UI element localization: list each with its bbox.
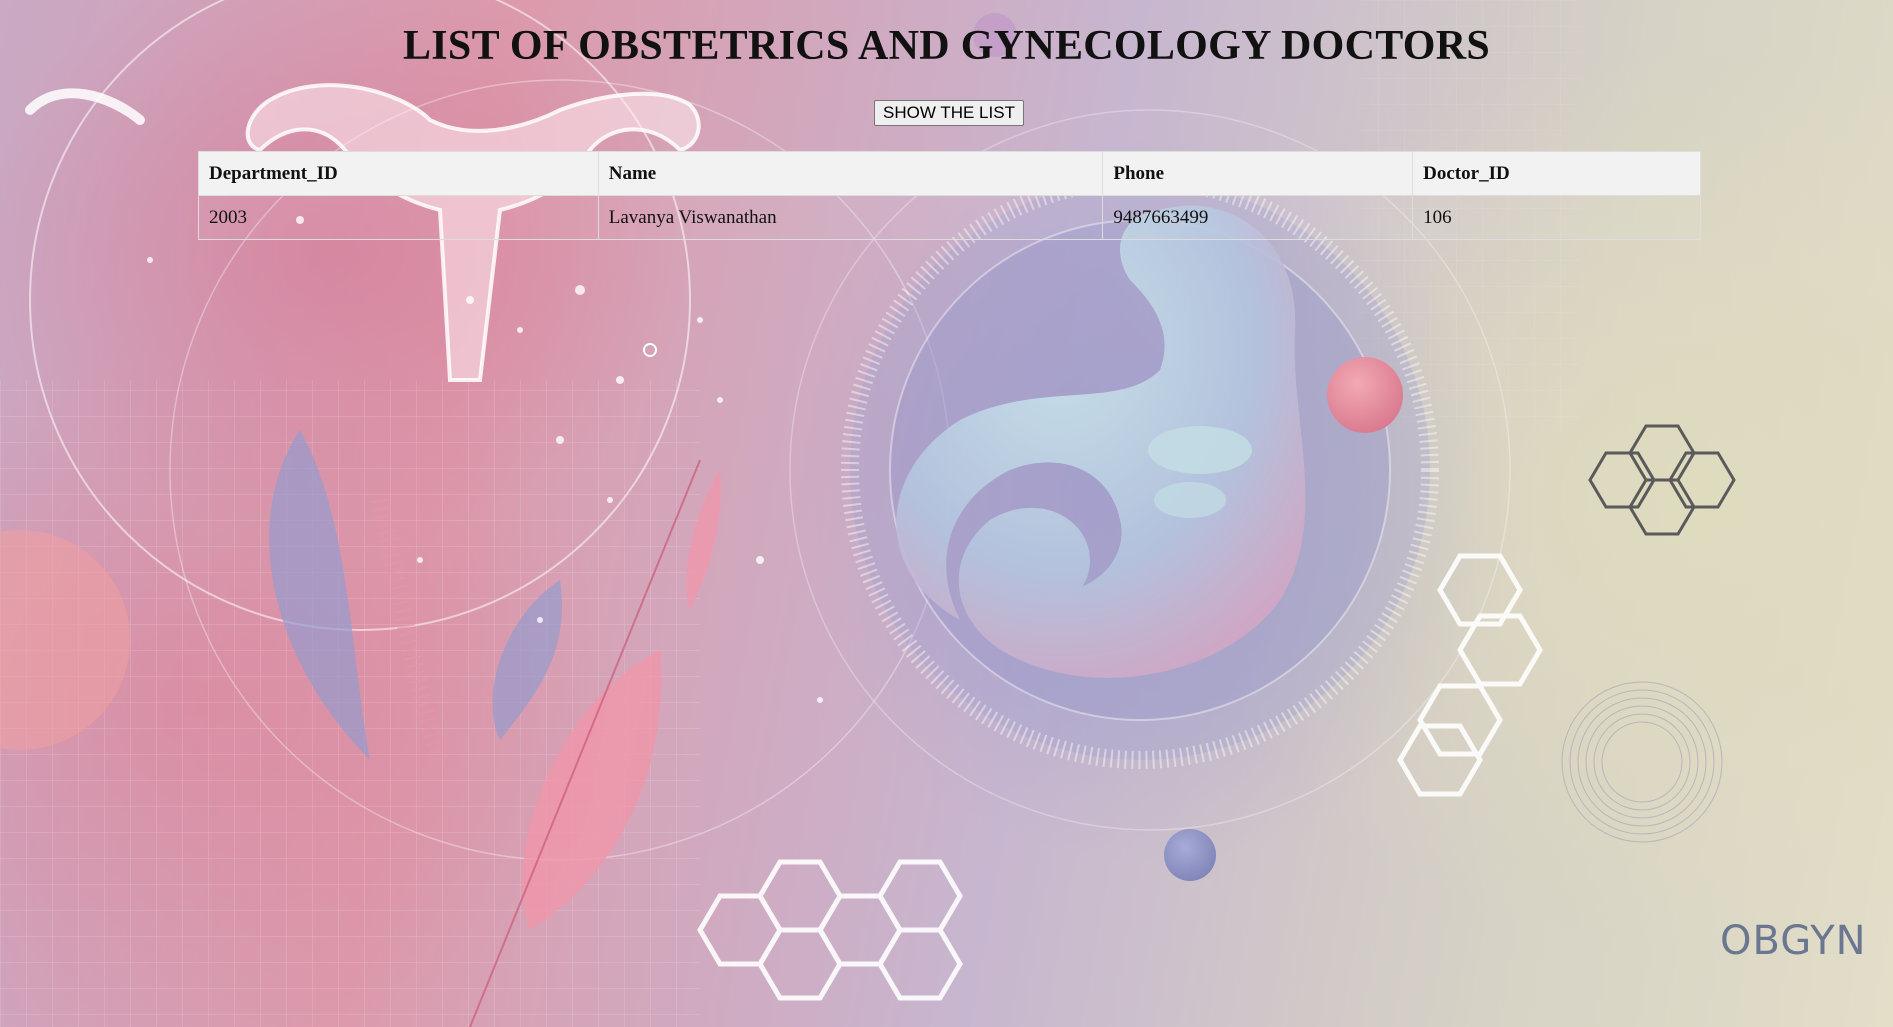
cell-phone: 9487663499 bbox=[1102, 195, 1414, 240]
table-header-row: Department_ID Name Phone Doctor_ID bbox=[198, 151, 1701, 196]
doctors-table: Department_ID Name Phone Doctor_ID 2003 … bbox=[198, 151, 1701, 240]
show-list-button[interactable]: SHOW THE LIST bbox=[874, 100, 1024, 126]
cell-doctor-id: 106 bbox=[1412, 195, 1701, 240]
obgyn-watermark: OBGYN bbox=[1720, 918, 1867, 964]
column-header-department-id: Department_ID bbox=[198, 151, 599, 196]
cell-name: Lavanya Viswanathan bbox=[597, 195, 1104, 240]
page-title: LIST OF OBSTETRICS AND GYNECOLOGY DOCTOR… bbox=[402, 23, 1491, 69]
cell-department-id: 2003 bbox=[198, 195, 599, 240]
column-header-phone: Phone bbox=[1102, 151, 1414, 196]
table-row: 2003 Lavanya Viswanathan 9487663499 106 bbox=[198, 195, 1701, 240]
column-header-doctor-id: Doctor_ID bbox=[1412, 151, 1701, 196]
column-header-name: Name bbox=[597, 151, 1104, 196]
